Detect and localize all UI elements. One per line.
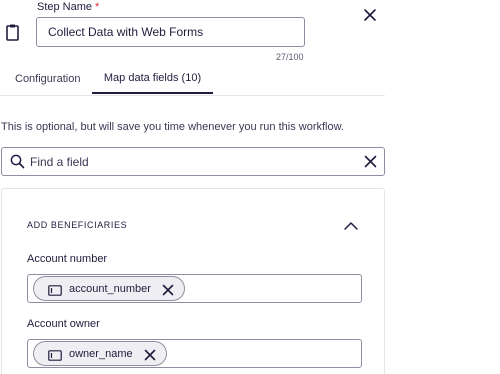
tab-map-data-fields[interactable]: Map data fields (10) <box>92 63 213 94</box>
tab-configuration[interactable]: Configuration <box>15 63 80 94</box>
field-icon <box>48 283 62 296</box>
field-icon <box>48 348 62 361</box>
clear-search-icon[interactable] <box>364 155 377 168</box>
step-name-field[interactable] <box>36 17 305 47</box>
field-label-account-owner: Account owner <box>27 318 100 330</box>
search-input[interactable] <box>30 148 350 175</box>
step-name-input[interactable] <box>37 18 304 46</box>
account-number-field[interactable]: account_number <box>27 274 362 303</box>
search-icon <box>10 154 25 169</box>
field-label-account-number: Account number <box>27 253 108 265</box>
account-owner-field[interactable]: owner_name <box>27 339 362 368</box>
remove-chip-icon[interactable] <box>162 283 174 295</box>
close-icon[interactable] <box>361 6 379 24</box>
remove-chip-icon[interactable] <box>144 348 156 360</box>
search-field[interactable] <box>1 147 385 176</box>
section-title: ADD BENEFICIARIES <box>27 220 128 230</box>
char-counter: 27/100 <box>276 52 304 62</box>
field-chip[interactable]: account_number <box>33 276 185 301</box>
step-name-label: Step Name * <box>37 1 99 13</box>
required-mark: * <box>95 1 100 13</box>
tab-divider <box>0 95 385 96</box>
step-name-label-text: Step Name <box>37 1 93 13</box>
optional-hint: This is optional, but will save you time… <box>1 121 344 133</box>
beneficiaries-panel: ADD BENEFICIARIES Account number account… <box>1 188 385 374</box>
chip-label: account_number <box>69 282 151 295</box>
field-chip[interactable]: owner_name <box>33 341 167 366</box>
clipboard-icon[interactable] <box>3 22 23 44</box>
chevron-up-icon[interactable] <box>343 219 359 231</box>
chip-label: owner_name <box>69 347 133 360</box>
